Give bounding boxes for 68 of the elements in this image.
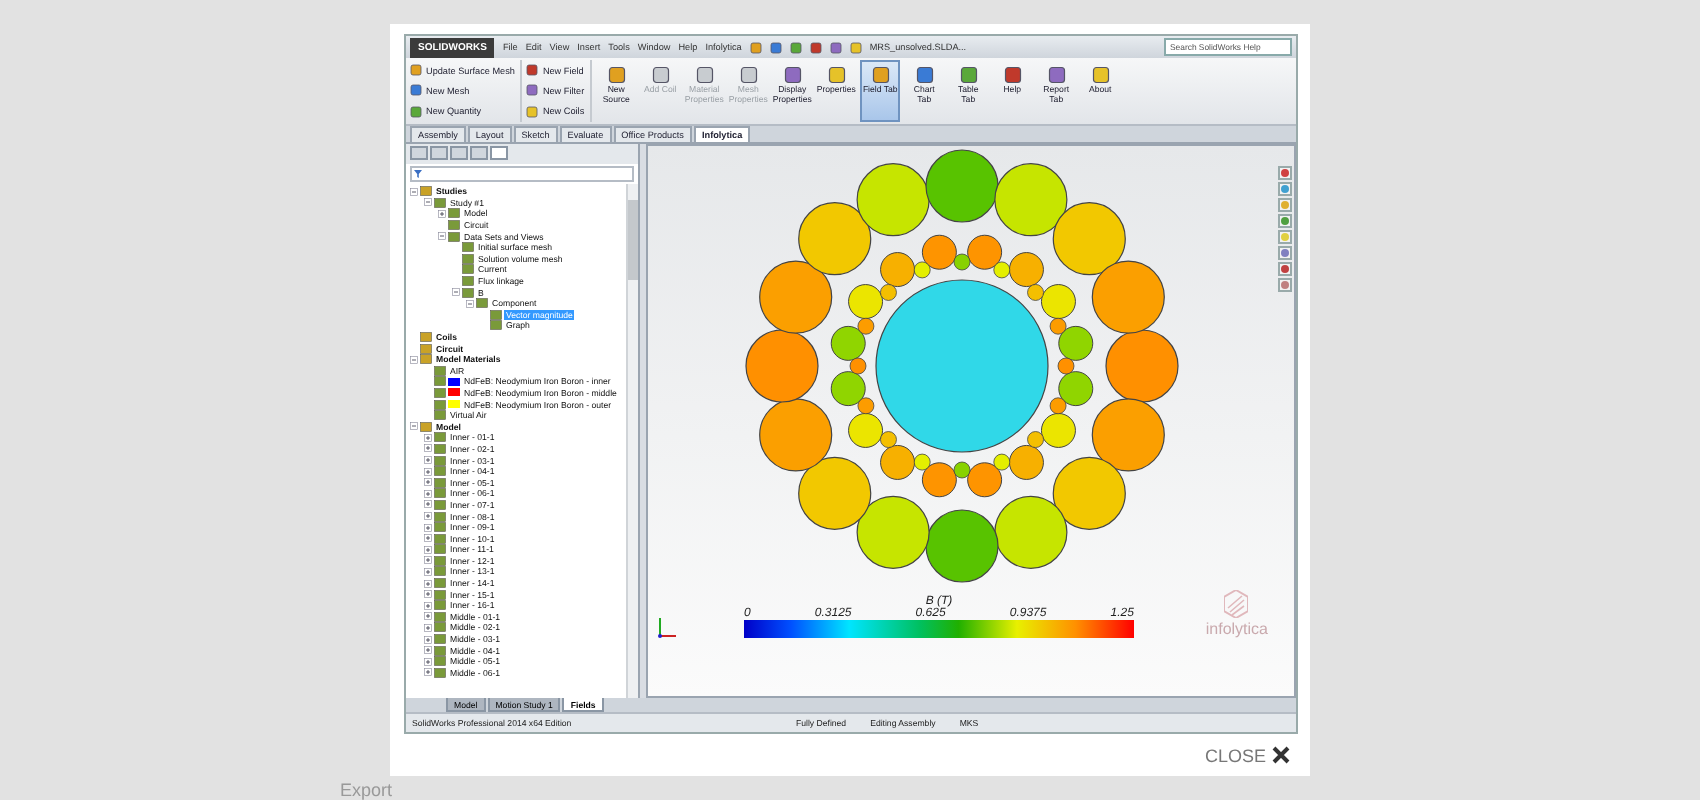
collapse-toggle[interactable] — [410, 422, 418, 431]
collapse-toggle[interactable] — [410, 355, 418, 364]
magnet-circle — [925, 149, 999, 223]
tool-icon — [915, 66, 934, 84]
expand-toggle[interactable] — [424, 523, 432, 532]
expand-toggle[interactable] — [424, 489, 432, 498]
page-text: Export — [340, 780, 393, 800]
expand-toggle[interactable] — [424, 456, 432, 465]
view-tool[interactable] — [1278, 262, 1292, 276]
view-tool[interactable] — [1278, 246, 1292, 260]
tool-icon — [959, 66, 978, 84]
expand-toggle[interactable] — [424, 534, 432, 543]
expand-toggle[interactable] — [424, 545, 432, 554]
collapse-toggle[interactable] — [410, 187, 418, 196]
tool-icon — [651, 66, 670, 84]
view-tool[interactable] — [1278, 166, 1292, 180]
expand-toggle[interactable] — [424, 556, 432, 565]
filter-field[interactable] — [410, 166, 635, 182]
expand-toggle[interactable] — [438, 209, 446, 218]
collapse-toggle[interactable] — [452, 288, 460, 297]
expand-toggle[interactable] — [424, 601, 432, 610]
expand-toggle[interactable] — [424, 444, 432, 453]
view-tool[interactable] — [1278, 230, 1292, 244]
magnet-circle — [925, 509, 999, 583]
magnet-circle — [1052, 456, 1126, 530]
expand-toggle[interactable] — [424, 500, 432, 509]
hatched-logo-icon — [1224, 590, 1249, 618]
expand-toggle[interactable] — [424, 579, 432, 588]
expand-toggle[interactable] — [424, 646, 432, 655]
scrollbar[interactable] — [626, 184, 639, 698]
expand-toggle[interactable] — [424, 612, 432, 621]
magnet-circle — [1052, 202, 1126, 276]
panel-tab[interactable] — [470, 146, 488, 160]
close-icon[interactable] — [1272, 746, 1290, 764]
tool-icon — [1091, 66, 1110, 84]
magnet-circle — [798, 202, 872, 276]
viewport-logo: infolytica — [1205, 620, 1268, 638]
view-tool[interactable] — [1278, 278, 1292, 292]
magnet-circle — [1105, 329, 1179, 403]
expand-toggle[interactable] — [424, 567, 432, 576]
expand-toggle[interactable] — [424, 657, 432, 666]
tool-icon — [695, 66, 714, 84]
tool-icon — [1003, 66, 1022, 84]
panel-tab[interactable] — [490, 146, 508, 160]
magnet-circle — [798, 456, 872, 530]
expand-toggle[interactable] — [424, 478, 432, 487]
view-tool[interactable] — [1278, 214, 1292, 228]
expand-toggle[interactable] — [424, 467, 432, 476]
expand-toggle[interactable] — [424, 623, 432, 632]
collapse-toggle[interactable] — [438, 232, 446, 241]
collapse-toggle[interactable] — [424, 198, 432, 207]
panel-tab[interactable] — [450, 146, 468, 160]
expand-toggle[interactable] — [424, 433, 432, 442]
panel-tab[interactable] — [430, 146, 448, 160]
expand-toggle[interactable] — [424, 668, 432, 677]
expand-toggle[interactable] — [424, 512, 432, 521]
tool-icon — [607, 66, 626, 84]
filter-icon — [414, 170, 422, 178]
collapse-toggle[interactable] — [466, 299, 474, 308]
tool-icon — [1047, 66, 1066, 84]
view-tool[interactable] — [1278, 182, 1292, 196]
view-tool[interactable] — [1278, 198, 1292, 212]
expand-toggle[interactable] — [424, 590, 432, 599]
panel-tab[interactable] — [410, 146, 428, 160]
expand-toggle[interactable] — [424, 635, 432, 644]
axis-triad-icon — [656, 614, 680, 638]
close-button[interactable]: CLOSE — [1204, 745, 1266, 765]
magnet-circle — [745, 329, 819, 403]
